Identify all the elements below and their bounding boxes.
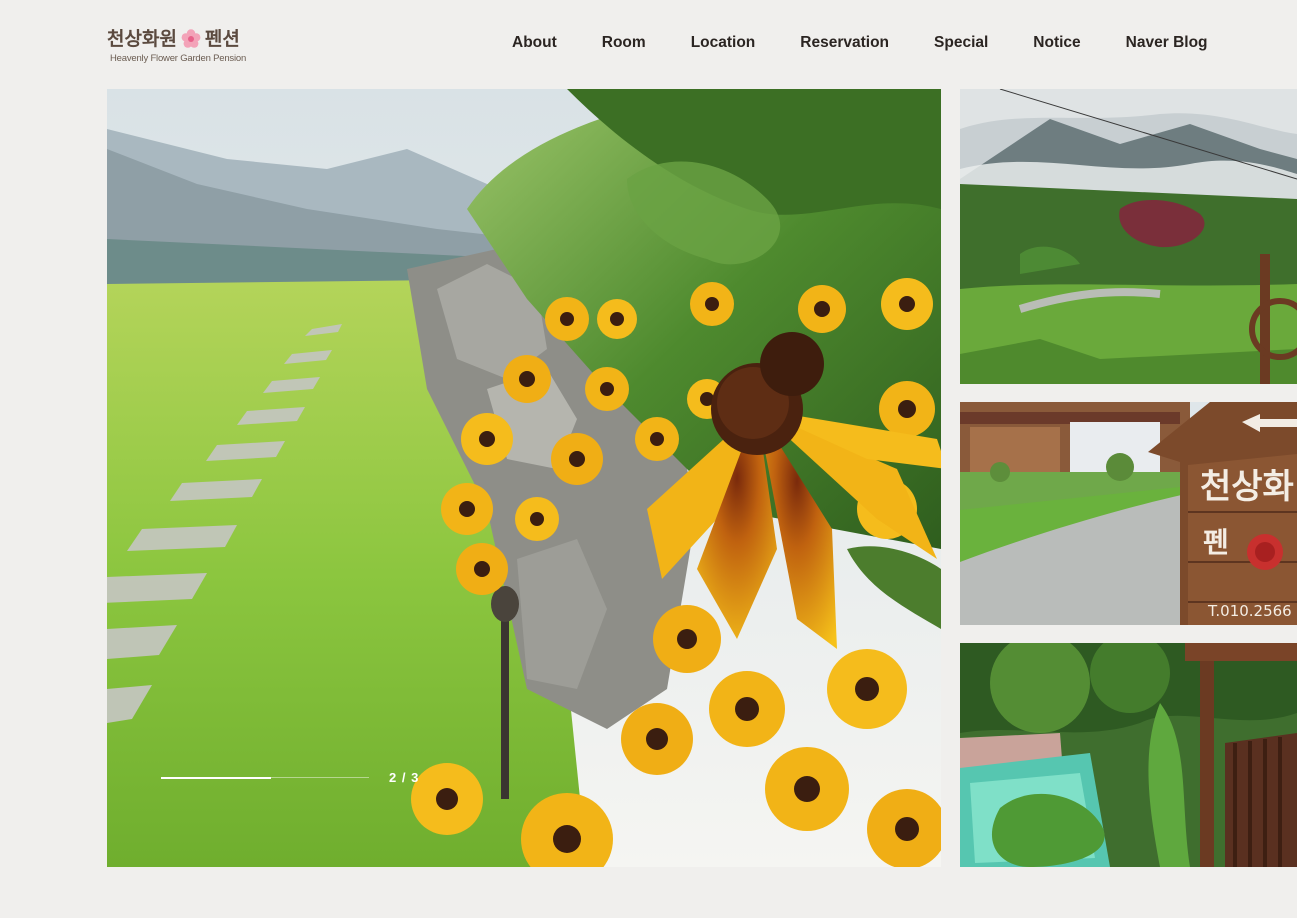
pension-sign-photo: 천상화 펜 T.010.2566 (960, 402, 1297, 625)
sign-name-text: 천상화 (1200, 467, 1294, 507)
slider-pager: 2 / 3 (161, 770, 419, 785)
sign-suffix-text: 펜 (1203, 526, 1229, 559)
logo-name: 천상화원 (107, 28, 177, 50)
nav-reservation[interactable]: Reservation (800, 33, 889, 53)
slider-progress-fill (161, 776, 272, 779)
slider-progress-track[interactable] (161, 776, 369, 779)
logo[interactable]: 천상화원 펜션 Heavenly Flower Garden Pension (107, 26, 257, 70)
mountain-garden-photo (960, 89, 1297, 384)
nav-room[interactable]: Room (602, 33, 646, 53)
thumb-pool-pavilion[interactable] (960, 643, 1297, 867)
logo-korean: 천상화원 펜션 (107, 26, 257, 52)
logo-english: Heavenly Flower Garden Pension (110, 53, 247, 64)
thumb-pension-sign[interactable]: 천상화 펜 T.010.2566 (960, 402, 1297, 625)
nav-naver-blog[interactable]: Naver Blog (1126, 33, 1208, 53)
sign-phone-text: T.010.2566 (1207, 602, 1292, 620)
garden-flowers-photo (107, 89, 941, 867)
thumb-mountain-garden[interactable] (960, 89, 1297, 384)
flower-icon (181, 29, 201, 48)
logo-suffix: 펜션 (204, 28, 240, 50)
main-slider[interactable]: 2 / 3 (107, 89, 941, 867)
pool-pavilion-photo (960, 643, 1297, 867)
slide-counter: 2 / 3 (389, 770, 420, 785)
main-nav: About Room Location Reservation Special … (512, 33, 1208, 53)
nav-special[interactable]: Special (934, 33, 988, 53)
nav-location[interactable]: Location (691, 33, 756, 53)
nav-about[interactable]: About (512, 33, 557, 53)
nav-notice[interactable]: Notice (1033, 33, 1080, 53)
